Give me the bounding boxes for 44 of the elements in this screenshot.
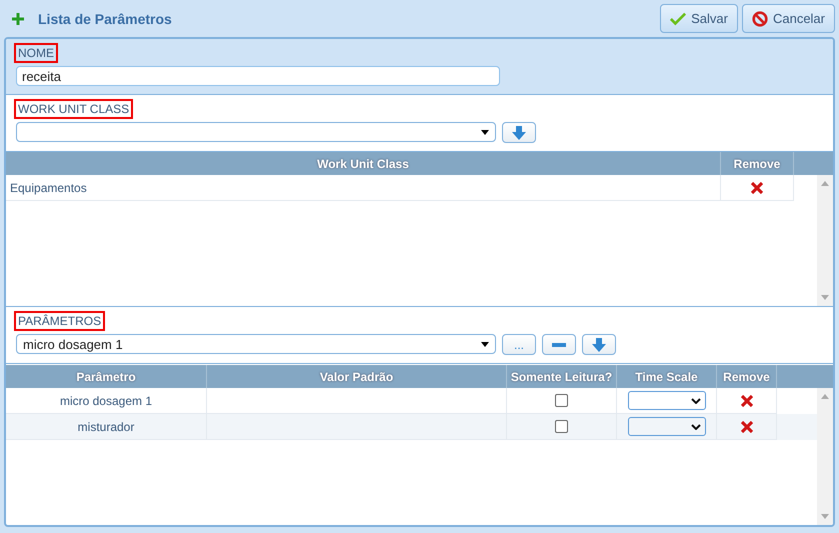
remove-icon[interactable]	[740, 394, 752, 406]
scroll-up-icon[interactable]	[821, 181, 829, 186]
field-label: NOME	[14, 43, 58, 63]
chevron-icon	[690, 424, 700, 430]
dropdown-icon	[481, 130, 489, 134]
column-header: Parâmetro	[6, 365, 207, 388]
add-button[interactable]	[502, 122, 536, 143]
scroll-down-icon[interactable]	[821, 514, 829, 519]
column-header: Somente Leitura?	[507, 365, 617, 388]
scroll-down-icon[interactable]	[821, 295, 829, 300]
column-header: Work Unit Class	[6, 152, 721, 175]
prohibited-icon	[752, 10, 768, 26]
scroll-up-icon[interactable]	[821, 394, 829, 399]
table-cell: misturador	[6, 414, 207, 440]
parameter-select[interactable]: micro dosagem 1	[16, 334, 496, 354]
plus-icon	[12, 12, 24, 24]
cancel-button[interactable]: Cancelar	[742, 4, 835, 33]
column-header: Time Scale	[617, 365, 717, 388]
read-only-checkbox[interactable]	[555, 420, 568, 433]
more-button[interactable]: ...	[502, 334, 536, 355]
down-arrow-icon	[592, 338, 606, 352]
read-only-checkbox[interactable]	[555, 394, 568, 407]
time-scale-select[interactable]	[628, 391, 706, 410]
column-header: Remove	[721, 152, 794, 175]
check-icon	[670, 10, 686, 26]
scrollbar[interactable]	[817, 175, 833, 306]
field-label: PARÂMETROS	[14, 311, 106, 331]
work-unit-select[interactable]	[16, 122, 496, 142]
time-scale-select[interactable]	[628, 417, 706, 436]
scrollbar[interactable]	[817, 388, 833, 525]
down-arrow-icon	[512, 126, 526, 140]
chevron-icon	[690, 398, 700, 404]
table-cell: Equipamentos	[6, 175, 721, 201]
window-title: Lista de Parâmetros	[38, 10, 172, 26]
add-button[interactable]	[582, 334, 616, 355]
remove-icon[interactable]	[740, 420, 752, 432]
column-header: Valor Padrão	[207, 365, 507, 388]
remove-icon[interactable]	[751, 182, 763, 194]
save-button[interactable]: Salvar	[660, 4, 738, 33]
name-input[interactable]: receita	[16, 66, 500, 86]
dropdown-icon	[481, 342, 489, 346]
field-label: WORK UNIT CLASS	[14, 99, 134, 119]
remove-button[interactable]	[542, 334, 576, 355]
column-header: Remove	[717, 365, 777, 388]
